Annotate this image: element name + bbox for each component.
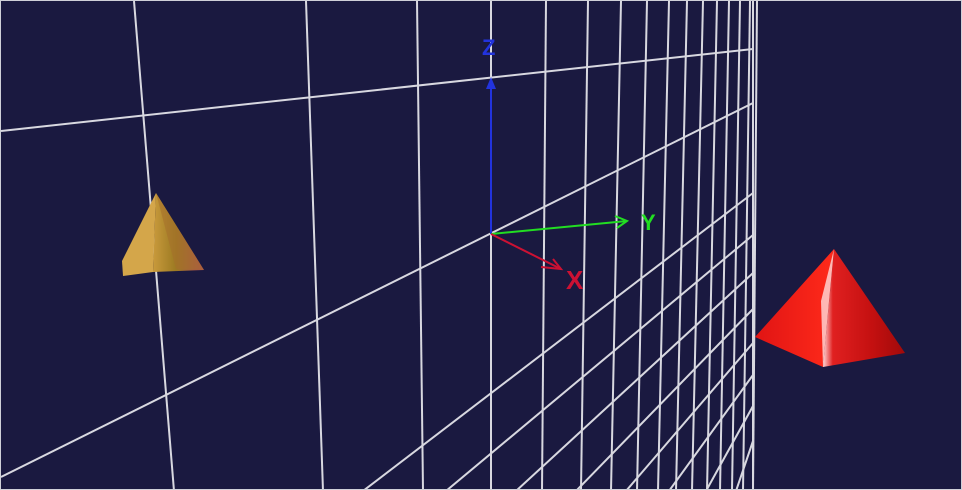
axis-y-label: Y bbox=[641, 210, 656, 235]
pyramid-small[interactable] bbox=[122, 193, 204, 276]
axis-x-label: X bbox=[566, 265, 584, 295]
axis-y bbox=[490, 215, 630, 235]
wall-grid bbox=[1, 1, 758, 489]
pyramid-large[interactable] bbox=[755, 249, 905, 367]
axis-z bbox=[486, 77, 496, 234]
3d-viewport[interactable]: Z Y X bbox=[0, 0, 962, 490]
scene-canvas[interactable]: Z Y X bbox=[1, 1, 962, 490]
axis-z-label: Z bbox=[482, 35, 495, 60]
axis-x bbox=[490, 233, 564, 271]
